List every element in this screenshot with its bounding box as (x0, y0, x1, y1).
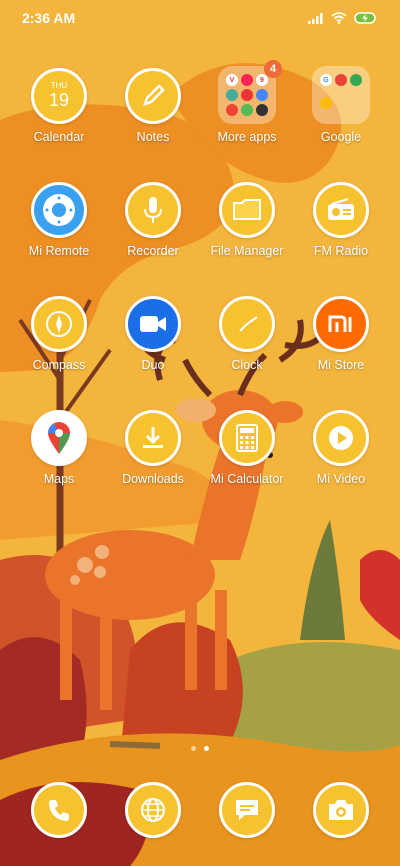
message-icon (219, 782, 275, 838)
remote-icon (31, 182, 87, 238)
app-label: Calendar (33, 130, 85, 144)
dock-camera[interactable] (296, 782, 386, 838)
app-label: Clock (231, 358, 263, 372)
signal-icon (308, 13, 323, 24)
app-downloads[interactable]: Downloads (108, 410, 198, 486)
app-mi-store[interactable]: Mi Store (296, 296, 386, 372)
status-bar: 2:36 AM (0, 0, 400, 36)
app-label: Duo (141, 358, 165, 372)
camera-icon (313, 782, 369, 838)
app-thumb-icon (226, 89, 238, 101)
status-icons (308, 12, 378, 24)
folder-file-icon (219, 182, 275, 238)
app-thumb-icon (256, 89, 268, 101)
app-thumb-icon (226, 104, 238, 116)
chrome-icon (335, 74, 347, 86)
app-label: Mi Remote (28, 244, 90, 258)
app-thumb-icon (256, 104, 268, 116)
app-label: Downloads (122, 472, 184, 486)
app-duo[interactable]: Duo (108, 296, 198, 372)
app-label: Notes (136, 130, 170, 144)
app-label: Maps (43, 472, 75, 486)
app-mi-calculator[interactable]: Mi Calculator (202, 410, 292, 486)
photos-icon (320, 96, 332, 109)
radio-icon (313, 182, 369, 238)
pencil-icon (125, 68, 181, 124)
mi-logo-icon (313, 296, 369, 352)
google-icon: G (320, 74, 332, 86)
drive-icon (350, 74, 362, 86)
phone-icon (31, 782, 87, 838)
app-maps[interactable]: Maps (14, 410, 104, 486)
app-calendar[interactable]: THU 19 Calendar (14, 68, 104, 144)
compass-icon (31, 296, 87, 352)
app-folder-more-apps[interactable]: V 9 4 More apps (202, 60, 292, 144)
app-mi-video[interactable]: Mi Video (296, 410, 386, 486)
calendar-weekday: THU (50, 81, 68, 90)
calendar-icon: THU 19 (31, 68, 87, 124)
clock-icon (219, 296, 275, 352)
dock-messaging[interactable] (202, 782, 292, 838)
wifi-icon (331, 12, 347, 24)
app-clock[interactable]: Clock (202, 296, 292, 372)
map-pin-icon (31, 410, 87, 466)
video-camera-icon (125, 296, 181, 352)
app-label: More apps (217, 130, 277, 144)
dock-phone[interactable] (14, 782, 104, 838)
download-icon (125, 410, 181, 466)
app-mi-remote[interactable]: Mi Remote (14, 182, 104, 258)
app-thumb-icon (241, 74, 253, 86)
app-file-manager[interactable]: File Manager (202, 182, 292, 258)
play-icon (313, 410, 369, 466)
notification-badge: 4 (264, 60, 282, 78)
app-label: Compass (32, 358, 86, 372)
dock-browser[interactable] (108, 782, 198, 838)
app-label: Recorder (127, 244, 179, 258)
app-label: Mi Store (317, 358, 365, 372)
app-thumb-icon: V (226, 74, 238, 86)
app-thumb-icon (241, 89, 253, 101)
app-label: File Manager (210, 244, 284, 258)
app-thumb-icon (241, 104, 253, 116)
calculator-icon (219, 410, 275, 466)
app-label: Mi Calculator (210, 472, 284, 486)
battery-charging-icon (354, 12, 376, 24)
app-fm-radio[interactable]: FM Radio (296, 182, 386, 258)
app-folder-google[interactable]: G Google (296, 66, 386, 144)
folder-icon: V 9 4 (218, 60, 282, 124)
app-label: FM Radio (313, 244, 369, 258)
page-dot-active[interactable] (204, 746, 209, 751)
app-recorder[interactable]: Recorder (108, 182, 198, 258)
status-time: 2:36 AM (22, 10, 76, 26)
app-label: Google (320, 130, 362, 144)
folder-icon: G (312, 66, 370, 124)
app-notes[interactable]: Notes (108, 68, 198, 144)
microphone-icon (125, 182, 181, 238)
page-indicator (0, 746, 400, 751)
globe-icon (125, 782, 181, 838)
app-label: Mi Video (316, 472, 366, 486)
calendar-day: 19 (48, 90, 70, 110)
page-dot[interactable] (191, 746, 196, 751)
app-compass[interactable]: Compass (14, 296, 104, 372)
